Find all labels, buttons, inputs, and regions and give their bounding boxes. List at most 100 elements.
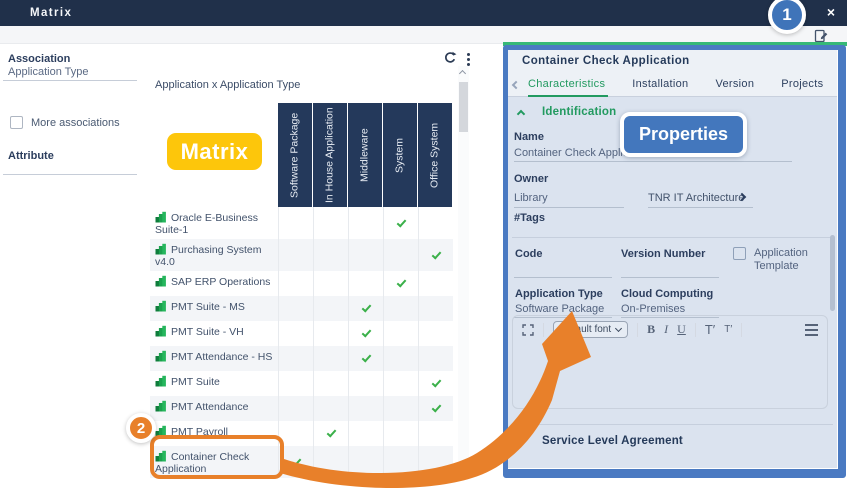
association-select[interactable]: Application Type xyxy=(8,66,89,78)
matrix-cell[interactable] xyxy=(418,207,453,239)
version-number-field[interactable] xyxy=(621,277,719,278)
matrix-cell[interactable] xyxy=(313,396,348,421)
matrix-cell[interactable] xyxy=(278,346,313,371)
matrix-rows: Oracle E-Business Suite-1 Purchasing Sys… xyxy=(150,207,453,478)
fullscreen-icon[interactable] xyxy=(522,324,534,336)
matrix-cell[interactable] xyxy=(348,396,383,421)
edit-note-icon[interactable] xyxy=(814,28,829,43)
matrix-row-label[interactable]: Container Check Application xyxy=(150,446,278,478)
matrix-cell[interactable] xyxy=(278,421,313,446)
tab-characteristics[interactable]: Characteristics xyxy=(528,73,605,97)
matrix-cell[interactable] xyxy=(278,239,313,271)
italic-button[interactable]: I xyxy=(664,322,668,337)
matrix-cell[interactable] xyxy=(313,371,348,396)
matrix-cell[interactable] xyxy=(418,239,453,271)
matrix-cell[interactable] xyxy=(278,371,313,396)
matrix-cell[interactable] xyxy=(418,346,453,371)
font-size-increase-button[interactable]: T′ xyxy=(705,322,715,337)
tabs-scroll-left-icon[interactable] xyxy=(512,81,520,89)
table-row: PMT Payroll xyxy=(150,421,453,446)
close-icon[interactable]: × xyxy=(823,4,839,20)
matrix-cell[interactable] xyxy=(383,207,418,239)
collapse-identification-icon[interactable] xyxy=(517,110,525,118)
font-size-decrease-button[interactable]: T′ xyxy=(724,324,732,335)
matrix-cell[interactable] xyxy=(418,396,453,421)
matrix-cell[interactable] xyxy=(278,271,313,296)
matrix-cell[interactable] xyxy=(278,396,313,421)
matrix-row-label[interactable]: PMT Suite xyxy=(150,371,278,396)
kebab-menu-icon[interactable] xyxy=(463,51,473,67)
matrix-cell[interactable] xyxy=(383,346,418,371)
scroll-up-icon[interactable] xyxy=(459,70,466,77)
matrix-cell[interactable] xyxy=(313,321,348,346)
matrix-cell[interactable] xyxy=(348,296,383,321)
matrix-row-label[interactable]: PMT Attendance xyxy=(150,396,278,421)
panel-scrollbar-thumb[interactable] xyxy=(830,235,835,311)
matrix-cell[interactable] xyxy=(418,446,453,478)
matrix-cell[interactable] xyxy=(383,239,418,271)
matrix-window: { "titlebar": { "title": "Matrix", "clos… xyxy=(0,0,847,492)
matrix-cell[interactable] xyxy=(313,346,348,371)
matrix-cell[interactable] xyxy=(383,296,418,321)
code-field[interactable] xyxy=(514,277,612,278)
matrix-cell[interactable] xyxy=(313,239,348,271)
refresh-icon[interactable] xyxy=(442,50,458,66)
matrix-cell[interactable] xyxy=(418,271,453,296)
comment-editor[interactable]: Default font B I U T′ T′ xyxy=(512,315,828,409)
attribute-select[interactable] xyxy=(3,174,137,175)
matrix-cell[interactable] xyxy=(278,296,313,321)
scrollbar-thumb[interactable] xyxy=(459,82,468,132)
matrix-cell[interactable] xyxy=(313,421,348,446)
matrix-row-label[interactable]: PMT Attendance - HS xyxy=(150,346,278,371)
matrix-cell[interactable] xyxy=(313,446,348,478)
matrix-cell[interactable] xyxy=(278,321,313,346)
more-associations-checkbox[interactable] xyxy=(10,116,23,129)
application-template-checkbox[interactable] xyxy=(733,247,746,260)
matrix-row-label[interactable]: Oracle E-Business Suite-1 xyxy=(150,207,278,239)
matrix-row-label[interactable]: SAP ERP Operations xyxy=(150,271,278,296)
matrix-cell[interactable] xyxy=(348,371,383,396)
matrix-cell[interactable] xyxy=(348,346,383,371)
matrix-cell[interactable] xyxy=(383,321,418,346)
matrix-cell[interactable] xyxy=(348,421,383,446)
matrix-cell[interactable] xyxy=(278,446,313,478)
matrix-cell[interactable] xyxy=(418,421,453,446)
matrix-scrollbar[interactable] xyxy=(458,66,469,478)
editor-menu-icon[interactable] xyxy=(805,324,818,336)
scroll-down-icon[interactable] xyxy=(459,467,466,474)
application-type-value[interactable]: Software Package xyxy=(515,303,604,315)
matrix-cell[interactable] xyxy=(383,446,418,478)
matrix-cell[interactable] xyxy=(383,421,418,446)
bold-button[interactable]: B xyxy=(647,322,655,337)
matrix-cell[interactable] xyxy=(418,296,453,321)
matrix-cell[interactable] xyxy=(313,207,348,239)
matrix-cell[interactable] xyxy=(418,321,453,346)
matrix-row-label[interactable]: Purchasing System v4.0 xyxy=(150,239,278,271)
check-icon xyxy=(431,249,441,259)
matrix-cell[interactable] xyxy=(348,271,383,296)
matrix-cell[interactable] xyxy=(348,321,383,346)
underline-button[interactable]: U xyxy=(677,322,686,337)
matrix-cell[interactable] xyxy=(383,396,418,421)
expand-sla-icon[interactable] xyxy=(517,437,525,445)
matrix-cell[interactable] xyxy=(348,239,383,271)
matrix-cell[interactable] xyxy=(383,371,418,396)
cloud-computing-label: Cloud Computing xyxy=(621,288,713,300)
matrix-cell[interactable] xyxy=(313,271,348,296)
matrix-column-header: Middleware xyxy=(348,103,382,207)
library-value[interactable]: TNR IT Architecture xyxy=(648,192,744,204)
matrix-row-label[interactable]: PMT Suite - VH xyxy=(150,321,278,346)
cloud-computing-value[interactable]: On-Premises xyxy=(621,303,685,315)
matrix-cell[interactable] xyxy=(348,207,383,239)
tab-installation[interactable]: Installation xyxy=(632,73,688,97)
tab-projects[interactable]: Projects xyxy=(781,73,823,97)
matrix-row-label[interactable]: PMT Suite - MS xyxy=(150,296,278,321)
tab-version[interactable]: Version xyxy=(715,73,754,97)
matrix-row-label[interactable]: PMT Payroll xyxy=(150,421,278,446)
matrix-cell[interactable] xyxy=(278,207,313,239)
matrix-cell[interactable] xyxy=(348,446,383,478)
matrix-cell[interactable] xyxy=(383,271,418,296)
matrix-cell[interactable] xyxy=(418,371,453,396)
font-family-dropdown[interactable]: Default font xyxy=(553,321,628,338)
matrix-cell[interactable] xyxy=(313,296,348,321)
